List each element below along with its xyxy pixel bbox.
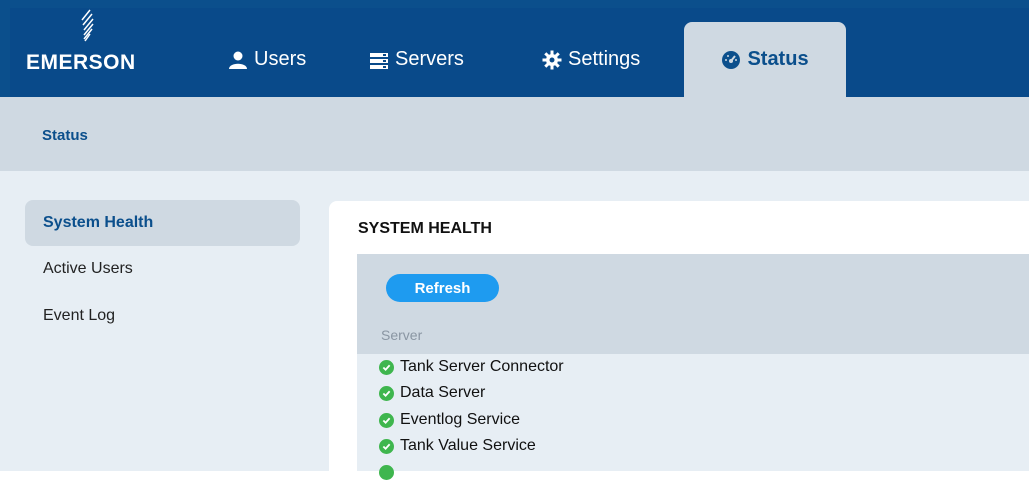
tab-users[interactable]: Users: [222, 22, 322, 97]
sidebar-item-system-health[interactable]: System Health: [25, 200, 300, 246]
tab-users-label: Users: [254, 48, 307, 70]
check-circle-icon: [379, 412, 394, 428]
server-icon: [370, 52, 388, 69]
sidebar-item-label: System Health: [43, 214, 154, 231]
table-row: Tank Server Connector: [379, 357, 564, 377]
check-circle-icon: [379, 385, 394, 401]
server-table-header: [357, 254, 1029, 354]
tab-servers-label: Servers: [395, 48, 464, 70]
sidebar-item-active-users[interactable]: Active Users: [25, 246, 300, 292]
panel-title: SYSTEM HEALTH: [358, 220, 492, 237]
server-name: Tank Value Service: [400, 437, 536, 454]
table-row: Eventlog Service: [379, 410, 520, 430]
check-circle-icon: [379, 438, 394, 454]
tab-status[interactable]: Status: [684, 22, 846, 97]
sidebar-item-label: Event Log: [43, 307, 116, 324]
column-header-server[interactable]: Server: [381, 327, 422, 343]
table-row-partial: [379, 462, 394, 482]
dashboard-gauge-icon: [722, 50, 741, 69]
sidebar-item-label: Active Users: [43, 260, 133, 277]
server-name: Tank Server Connector: [400, 358, 564, 375]
emerson-logo-mark-icon: [81, 9, 94, 42]
tab-servers[interactable]: Servers: [363, 22, 483, 97]
sidebar-item-event-log[interactable]: Event Log: [25, 293, 300, 339]
page-subheader: Status: [0, 97, 1029, 171]
user-icon: [229, 51, 247, 69]
server-name: Data Server: [400, 384, 486, 401]
brand-name: EMERSON: [26, 51, 136, 74]
table-row: Data Server: [379, 383, 485, 403]
tab-settings-label: Settings: [568, 48, 641, 70]
tab-status-label: Status: [747, 48, 809, 70]
page-title: Status: [42, 127, 88, 144]
emerson-logo: EMERSON: [26, 8, 166, 88]
server-name: Eventlog Service: [400, 411, 521, 428]
table-row: Tank Value Service: [379, 436, 536, 456]
check-circle-icon: [379, 359, 394, 375]
gear-icon: [542, 50, 562, 69]
tab-settings[interactable]: Settings: [536, 22, 661, 97]
refresh-button[interactable]: Refresh: [386, 274, 499, 302]
check-circle-icon: [379, 464, 394, 480]
